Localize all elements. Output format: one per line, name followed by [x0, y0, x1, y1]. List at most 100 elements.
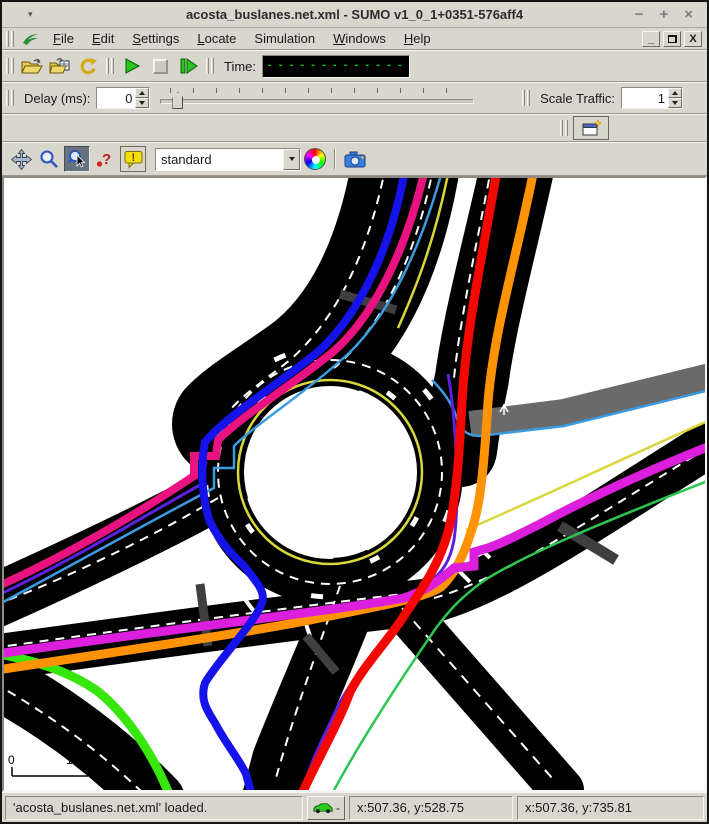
scale-bar-start: 0 [8, 753, 15, 767]
scale-traffic-label: Scale Traffic: [540, 91, 615, 106]
coloring-scheme-value[interactable]: standard [156, 149, 283, 170]
toolbar2-grip[interactable] [6, 90, 14, 106]
toolbar-file-sim: Time: - - - - - - - - - - - - - - - - [2, 50, 707, 82]
track-magnifier-cursor-icon [67, 149, 87, 169]
delay-label: Delay (ms): [24, 91, 90, 106]
menu-help[interactable]: Help [395, 29, 440, 48]
menubar-grip[interactable] [6, 31, 14, 47]
maximize-button[interactable]: + [659, 7, 668, 22]
toolbar-view-settings: ? ! standard [2, 142, 707, 176]
open-network-icon [49, 57, 71, 75]
window-controls: − + × [635, 7, 707, 22]
scale-bar-end: 10m [66, 753, 89, 767]
message-bubble-icon: ! [123, 149, 144, 169]
window-title: acosta_buslanes.net.xml - SUMO v1_0_1+03… [2, 7, 707, 22]
car-icon [312, 801, 334, 814]
mdi-restore-button[interactable] [663, 31, 681, 47]
close-button[interactable]: × [684, 7, 693, 22]
camera-icon [344, 151, 366, 168]
roundabout-island [244, 386, 416, 558]
stop-icon [150, 56, 170, 76]
sumo-window: ▾ acosta_buslanes.net.xml - SUMO v1_0_1+… [0, 0, 709, 824]
status-coord-mouse: x:507.36, y:528.75 [349, 796, 513, 820]
menu-settings[interactable]: Settings [123, 29, 188, 48]
mdi-minimize-button[interactable]: _ [642, 31, 660, 47]
toolbar1-grip3[interactable] [206, 58, 214, 74]
toolbar-separator [334, 149, 336, 169]
vehicle-indicator-button[interactable]: - [307, 796, 345, 820]
slider-ticks [170, 88, 468, 93]
locate-info-button[interactable]: ? [92, 146, 118, 172]
svg-text:?: ? [102, 151, 111, 168]
combo-dropdown-button[interactable] [283, 149, 300, 170]
question-cursor-icon: ? [95, 149, 115, 169]
delay-spin-buttons [135, 88, 149, 108]
menu-edit[interactable]: Edit [83, 29, 123, 48]
delay-spinner: 0 [96, 87, 150, 109]
play-icon [122, 56, 142, 76]
minimize-button[interactable]: − [635, 7, 644, 22]
new-view-icon [581, 120, 601, 137]
reload-button[interactable] [75, 53, 101, 79]
scale-traffic-input[interactable]: 1 [622, 88, 668, 108]
toolbar2-grip2[interactable] [522, 90, 530, 106]
stop-button[interactable] [147, 53, 173, 79]
time-display: - - - - - - - - - - - - - - - - [262, 55, 410, 78]
statusbar: 'acosta_buslanes.net.xml' loaded. - x:50… [2, 792, 707, 822]
down-arrow-icon [672, 101, 678, 108]
delay-slider[interactable] [158, 85, 476, 111]
snapshot-button[interactable] [342, 146, 368, 172]
status-message: 'acosta_buslanes.net.xml' loaded. [5, 796, 303, 820]
titlebar: ▾ acosta_buslanes.net.xml - SUMO v1_0_1+… [2, 2, 707, 28]
open-network-button[interactable] [47, 53, 73, 79]
coloring-scheme-combo[interactable]: standard [155, 148, 301, 171]
zoom-button[interactable] [36, 146, 62, 172]
delay-spin-down[interactable] [135, 98, 149, 108]
vehicle-indicator-badge: - [336, 801, 340, 815]
status-coord-origin: x:507.36, y:735.81 [517, 796, 704, 820]
svg-text:!: ! [131, 152, 135, 164]
reload-icon [78, 56, 98, 76]
scale-spin-buttons [668, 88, 682, 108]
network-view: 0 10m [4, 178, 705, 790]
zoom-icon [39, 149, 59, 169]
menu-file[interactable]: File [44, 29, 83, 48]
open-button[interactable] [19, 53, 45, 79]
menubar: File Edit Settings Locate Simulation Win… [2, 28, 707, 50]
restore-icon [668, 35, 677, 43]
menu-windows[interactable]: Windows [324, 29, 395, 48]
menu-simulation[interactable]: Simulation [245, 29, 324, 48]
delay-input[interactable]: 0 [97, 88, 135, 108]
scale-spin-up[interactable] [668, 88, 682, 98]
window-menu-icon[interactable]: ▾ [28, 9, 33, 20]
message-window-button[interactable]: ! [120, 146, 146, 172]
menu-locate[interactable]: Locate [188, 29, 245, 48]
time-value: - - - - - - - - - - - - - - - - [267, 61, 410, 71]
track-object-button[interactable] [64, 146, 90, 172]
step-icon [178, 56, 198, 76]
mdi-controls: _ X [642, 31, 707, 47]
open-icon [21, 57, 43, 75]
slider-handle[interactable] [172, 92, 183, 109]
recenter-view-button[interactable] [8, 146, 34, 172]
step-button[interactable] [175, 53, 201, 79]
toolbar1-grip2[interactable] [106, 58, 114, 74]
toolbar3-grip[interactable] [560, 120, 568, 136]
toolbar-views [2, 114, 707, 142]
delay-spin-up[interactable] [135, 88, 149, 98]
up-arrow-icon [139, 88, 145, 95]
down-arrow-icon [139, 101, 145, 108]
toolbar-delay-scale: Delay (ms): 0 Scale Traffic: 1 [2, 82, 707, 114]
time-label: Time: [224, 59, 256, 74]
scale-spin-down[interactable] [668, 98, 682, 108]
play-button[interactable] [119, 53, 145, 79]
up-arrow-icon [672, 88, 678, 95]
edit-coloring-button[interactable] [302, 146, 328, 172]
slider-groove[interactable] [160, 99, 474, 104]
mdi-close-button[interactable]: X [684, 31, 702, 47]
new-view-button[interactable] [573, 116, 609, 140]
toolbar1-grip[interactable] [6, 58, 14, 74]
chevron-down-icon [289, 157, 295, 164]
sumo-logo-icon [22, 32, 40, 46]
network-canvas[interactable]: 0 10m [2, 176, 707, 792]
